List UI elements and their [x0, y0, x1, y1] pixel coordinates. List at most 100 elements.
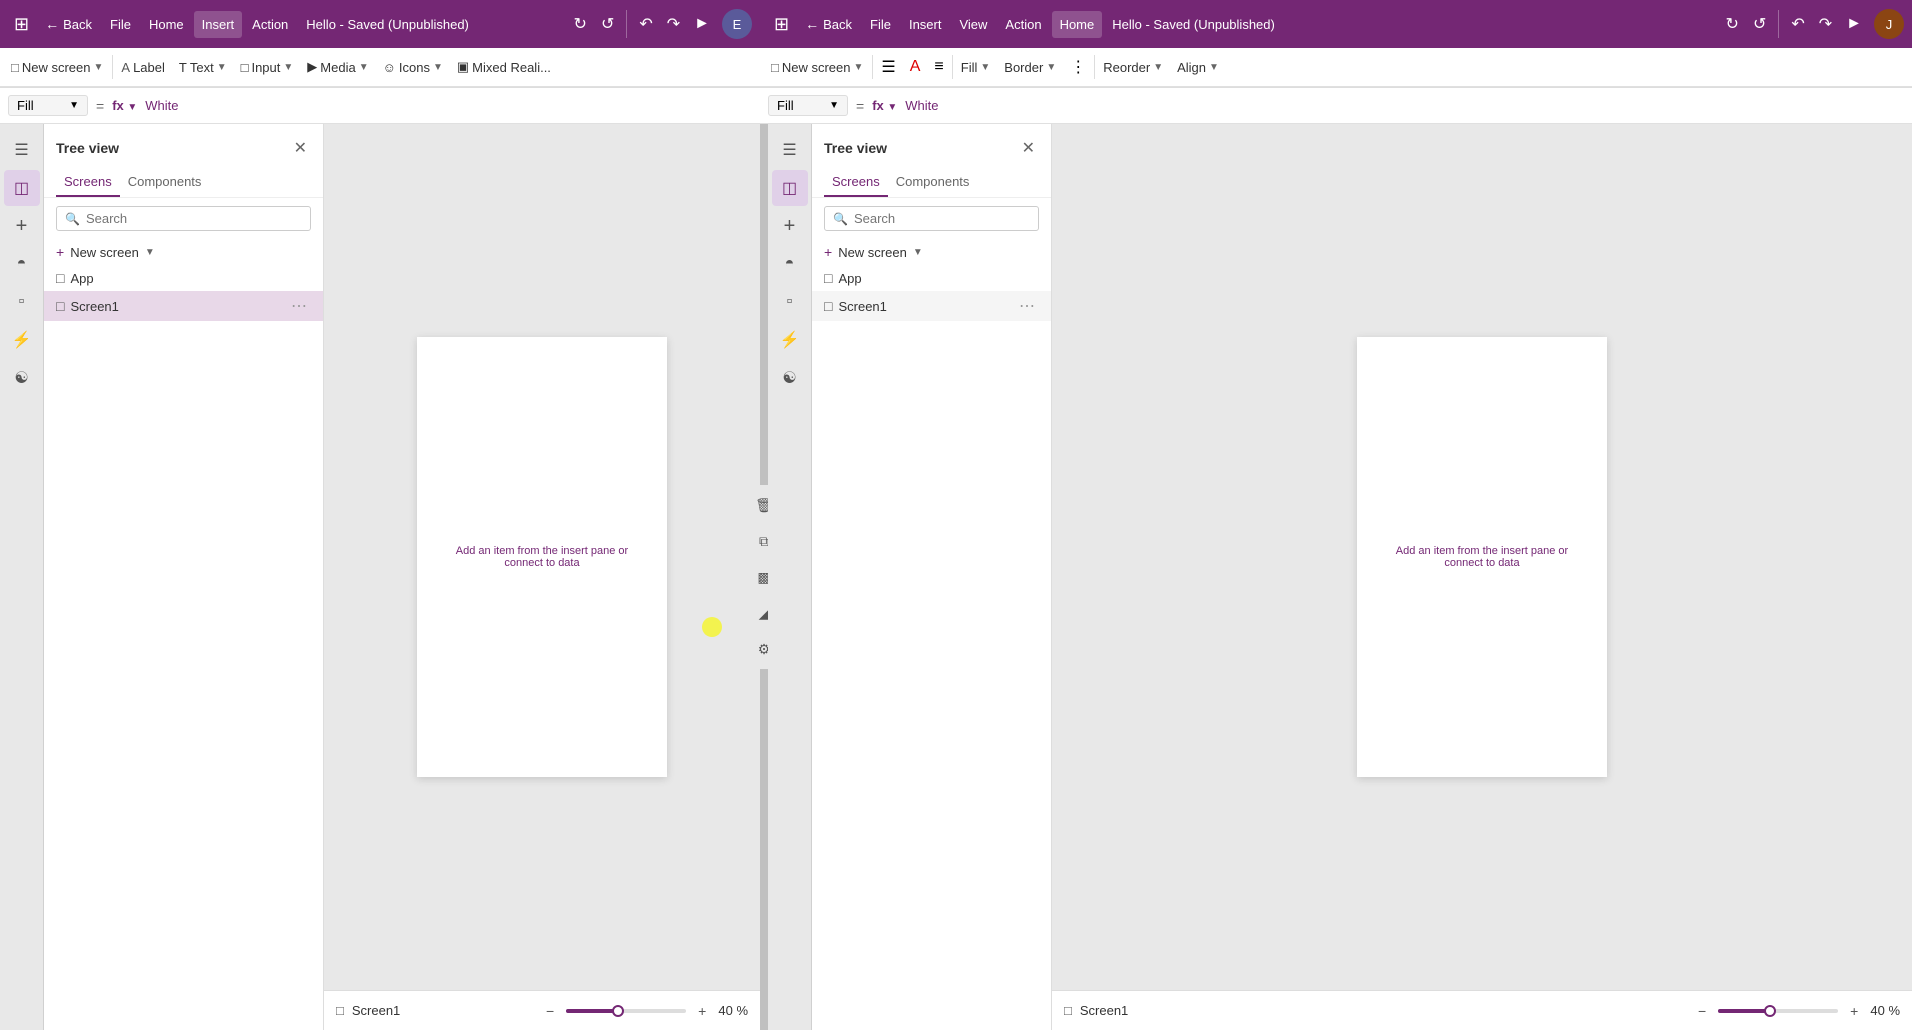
insert-menu-right[interactable]: Insert: [901, 11, 950, 38]
new-screen-btn-left[interactable]: □ New screen ▼: [4, 55, 110, 80]
search-input-right[interactable]: [854, 211, 1030, 226]
tab-screens-left[interactable]: Screens: [56, 168, 120, 197]
user-avatar-right[interactable]: J: [1874, 9, 1904, 39]
zoom-track-right: [1718, 1009, 1766, 1013]
hamburger-icon-right[interactable]: ☰: [772, 132, 808, 168]
text-btn-left[interactable]: T Text ▼: [173, 56, 233, 79]
format-icon-right[interactable]: ☰: [875, 53, 901, 81]
refresh-icon-right[interactable]: ↺: [1747, 10, 1772, 38]
input-btn-left[interactable]: □ Input ▼: [235, 56, 300, 79]
app-item-right[interactable]: □ App: [812, 265, 1051, 291]
back-button-right[interactable]: ← Back: [797, 12, 860, 36]
layers-icon-right[interactable]: ◫: [772, 170, 808, 206]
reorder-btn-right[interactable]: Reorder ▼: [1097, 56, 1169, 79]
zoom-thumb-left[interactable]: [612, 1005, 624, 1017]
layers-icon-left[interactable]: ◫: [4, 170, 40, 206]
tab-components-left[interactable]: Components: [120, 168, 210, 197]
play-left[interactable]: ►: [688, 11, 716, 37]
screen1-more-right[interactable]: ⋯: [1015, 296, 1039, 316]
mixed-btn-left[interactable]: ▣ Mixed Reali...: [451, 55, 557, 79]
expand-btn-right[interactable]: ⋮: [1064, 53, 1092, 81]
align-icon-right[interactable]: ≡: [928, 54, 949, 80]
zoom-minus-left[interactable]: −: [540, 1001, 560, 1021]
screen-icon-left: □: [11, 60, 19, 75]
tree-view-title-left: Tree view: [56, 140, 119, 156]
redo-left[interactable]: ↷: [661, 10, 686, 38]
border-btn-right[interactable]: Border ▼: [998, 56, 1062, 79]
refresh-icon-left[interactable]: ↺: [595, 10, 620, 38]
hamburger-icon-left[interactable]: ☰: [4, 132, 40, 168]
fill-dropdown-left[interactable]: Fill ▼: [8, 95, 88, 116]
screen1-item-left[interactable]: □ Screen1 ⋯: [44, 291, 323, 321]
new-screen-btn-right[interactable]: □ New screen ▼: [764, 55, 870, 80]
panel-divider[interactable]: 🗑 ⧉ ▩ ◢ ⚙: [760, 124, 768, 1030]
zoom-plus-left[interactable]: +: [692, 1001, 712, 1021]
label-btn-left[interactable]: A Label: [115, 56, 170, 79]
toolbar-divider-r3: [1094, 55, 1095, 79]
plus-icon-left[interactable]: +: [4, 208, 40, 244]
user-avatar-left[interactable]: E: [722, 9, 752, 39]
search-icon-right: 🔍: [833, 212, 848, 226]
fx-btn-right[interactable]: fx ▼: [872, 98, 897, 113]
icons-btn-left[interactable]: ☺ Icons ▼: [377, 56, 449, 79]
fill-dropdown-right[interactable]: Fill ▼: [768, 95, 848, 116]
fx-chevron-left: ▼: [127, 102, 137, 113]
status-bar-left: □ Screen1 − + 40: [324, 990, 760, 1030]
apps-grid-icon-right[interactable]: ⊞: [768, 10, 795, 39]
toolbar-right: □ New screen ▼ ☰ A ≡ Fill ▼ Border ▼ ⋮ R…: [760, 48, 1912, 87]
zoom-thumb-right[interactable]: [1764, 1005, 1776, 1017]
fill-btn-right[interactable]: Fill ▼: [955, 56, 997, 79]
insert-menu-left[interactable]: Insert: [194, 11, 243, 38]
back-button-left[interactable]: ← Back: [37, 12, 100, 36]
tree-view-close-right[interactable]: ✕: [1018, 136, 1039, 160]
bolt-icon-right[interactable]: ⚡: [772, 322, 808, 358]
new-screen-item-right[interactable]: + New screen ▼: [812, 239, 1051, 265]
chart-icon-left[interactable]: ▫: [4, 284, 40, 320]
app-icon-left: □: [56, 270, 64, 286]
toolbar-divider-1: [112, 55, 113, 79]
color-icon-right[interactable]: A: [904, 54, 927, 80]
zoom-slider-left[interactable]: [566, 1009, 686, 1013]
file-menu-right[interactable]: File: [862, 11, 899, 38]
tree-view-close-left[interactable]: ✕: [290, 136, 311, 160]
home-menu-right[interactable]: Home: [1052, 11, 1103, 38]
media-btn-left[interactable]: ▶ Media ▼: [301, 55, 374, 79]
redo-right[interactable]: ↷: [1813, 10, 1838, 38]
screen1-item-right[interactable]: □ Screen1 ⋯: [812, 291, 1051, 321]
screen1-more-left[interactable]: ⋯: [287, 296, 311, 316]
undo-left[interactable]: ↶: [633, 10, 658, 38]
action-menu-left[interactable]: Action: [244, 11, 296, 38]
zoom-minus-right[interactable]: −: [1692, 1001, 1712, 1021]
tree-search-left[interactable]: 🔍: [56, 206, 311, 231]
apps-grid-icon-left[interactable]: ⊞: [8, 10, 35, 39]
controls-icon-left[interactable]: ☯: [4, 360, 40, 396]
controls-icon-right[interactable]: ☯: [772, 360, 808, 396]
database-icon-right[interactable]: ◓: [772, 246, 808, 282]
align-btn-right[interactable]: Align ▼: [1171, 56, 1225, 79]
sync-icon-left[interactable]: ↻: [568, 10, 593, 38]
new-screen-chevron-left: ▼: [145, 247, 155, 258]
chart-icon-right[interactable]: ▫: [772, 284, 808, 320]
tree-view-title-right: Tree view: [824, 140, 887, 156]
play-right[interactable]: ►: [1840, 11, 1868, 37]
fill-dropdown-chevron-left: ▼: [69, 100, 79, 111]
sync-icon-right[interactable]: ↻: [1720, 10, 1745, 38]
app-item-left[interactable]: □ App: [44, 265, 323, 291]
tab-components-right[interactable]: Components: [888, 168, 978, 197]
file-menu-left[interactable]: File: [102, 0, 139, 48]
zoom-slider-right[interactable]: [1718, 1009, 1838, 1013]
zoom-plus-right[interactable]: +: [1844, 1001, 1864, 1021]
tab-screens-right[interactable]: Screens: [824, 168, 888, 197]
undo-right[interactable]: ↶: [1785, 10, 1810, 38]
search-input-left[interactable]: [86, 211, 302, 226]
chevron-down-right: ▼: [854, 62, 864, 73]
fx-btn-left[interactable]: fx ▼: [112, 98, 137, 113]
plus-icon-right[interactable]: +: [772, 208, 808, 244]
view-menu-right[interactable]: View: [951, 11, 995, 38]
action-menu-right[interactable]: Action: [997, 11, 1049, 38]
new-screen-item-left[interactable]: + New screen ▼: [44, 239, 323, 265]
database-icon-left[interactable]: ◓: [4, 246, 40, 282]
home-menu-left[interactable]: Home: [141, 11, 192, 38]
tree-search-right[interactable]: 🔍: [824, 206, 1039, 231]
bolt-icon-left[interactable]: ⚡: [4, 322, 40, 358]
